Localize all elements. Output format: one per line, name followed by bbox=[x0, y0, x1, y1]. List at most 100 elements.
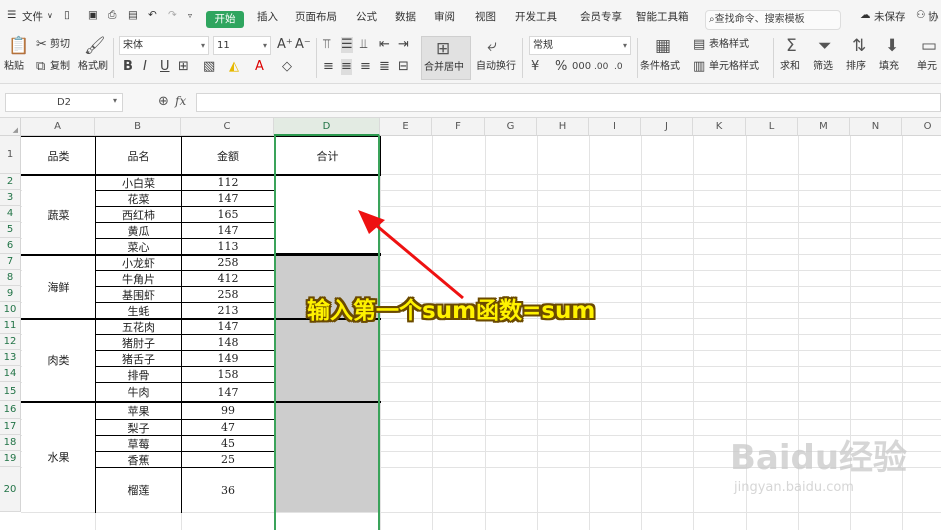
font-shrink-icon[interactable]: A⁻ bbox=[295, 37, 311, 53]
row-header-8[interactable]: 8 bbox=[0, 270, 21, 286]
menu-file[interactable]: 文件 bbox=[22, 9, 43, 24]
column-header-m[interactable]: M bbox=[798, 118, 850, 136]
tab-smart-toolbox[interactable]: 智能工具箱 bbox=[636, 9, 689, 24]
amount-cell[interactable]: 147 bbox=[182, 191, 274, 206]
row-header-1[interactable]: 1 bbox=[0, 136, 21, 174]
row-header-4[interactable]: 4 bbox=[0, 206, 21, 222]
product-name-cell[interactable]: 西红柿 bbox=[96, 207, 181, 222]
copy-button[interactable]: 复制 bbox=[50, 60, 70, 74]
font-size-select[interactable]: 11 ▾ bbox=[213, 36, 271, 55]
column-header-e[interactable]: E bbox=[380, 118, 432, 136]
paste-icon[interactable]: 📋 bbox=[8, 36, 29, 56]
row-header-6[interactable]: 6 bbox=[0, 238, 21, 254]
copy-icon[interactable]: ⧉ bbox=[36, 59, 45, 75]
clear-format-icon[interactable]: ◇ bbox=[282, 59, 292, 75]
row-header-5[interactable]: 5 bbox=[0, 222, 21, 238]
product-name-cell[interactable]: 榴莲 bbox=[96, 468, 181, 512]
increase-decimal-icon[interactable]: .00 bbox=[594, 59, 608, 75]
row-header-11[interactable]: 11 bbox=[0, 318, 21, 334]
indent-increase-icon[interactable]: ⇥ bbox=[398, 37, 409, 53]
decrease-decimal-icon[interactable]: .0 bbox=[614, 59, 623, 75]
table-style-icon[interactable]: ▤ bbox=[693, 37, 705, 53]
column-header-b[interactable]: B bbox=[95, 118, 181, 136]
chevron-down-icon[interactable]: ∨ bbox=[47, 11, 53, 20]
product-name-cell[interactable]: 香蕉 bbox=[96, 452, 181, 467]
name-box[interactable]: D2 bbox=[5, 93, 123, 112]
align-top-icon[interactable]: ⫪ bbox=[323, 37, 330, 53]
row-header-2[interactable]: 2 bbox=[0, 174, 21, 190]
cloud-icon[interactable]: ☁ bbox=[860, 9, 871, 21]
unsaved-status[interactable]: 未保存 bbox=[874, 9, 906, 24]
thousands-icon[interactable]: 000 bbox=[572, 59, 591, 75]
amount-cell[interactable]: 148 bbox=[182, 335, 274, 350]
sort-icon[interactable]: ⇅ bbox=[852, 36, 866, 56]
amount-cell[interactable]: 147 bbox=[182, 223, 274, 238]
percent-icon[interactable]: % bbox=[555, 59, 567, 75]
row-header-3[interactable]: 3 bbox=[0, 190, 21, 206]
border-icon[interactable]: ⊞ bbox=[178, 59, 189, 75]
align-right-icon[interactable]: ≡ bbox=[360, 59, 371, 75]
amount-cell[interactable]: 45 bbox=[182, 436, 274, 451]
cell-style-icon[interactable]: ▥ bbox=[693, 59, 705, 75]
align-left-icon[interactable]: ≡ bbox=[323, 59, 334, 75]
tab-data[interactable]: 数据 bbox=[395, 9, 416, 24]
quick-access-dropdown-icon[interactable]: ▿ bbox=[188, 11, 192, 20]
product-name-cell[interactable]: 菜心 bbox=[96, 239, 181, 254]
command-search-input[interactable]: ⌕查找命令、搜索模板 bbox=[705, 10, 841, 30]
header-cell-name[interactable]: 品名 bbox=[96, 137, 181, 174]
format-painter-button[interactable]: 格式刷 bbox=[78, 60, 108, 74]
column-header-o[interactable]: O bbox=[902, 118, 941, 136]
category-cell[interactable]: 肉类 bbox=[22, 319, 95, 401]
print-preview-icon[interactable]: ▤ bbox=[128, 9, 138, 21]
collaborate-icon[interactable]: ⚇ bbox=[916, 9, 925, 21]
number-format-select[interactable]: 常规 ▾ bbox=[529, 36, 631, 55]
product-name-cell[interactable]: 猪舌子 bbox=[96, 351, 181, 366]
align-bottom-icon[interactable]: ⫫ bbox=[360, 37, 367, 53]
merge-center-button[interactable]: ⊞ 合并居中 bbox=[421, 36, 471, 80]
product-name-cell[interactable]: 苹果 bbox=[96, 402, 181, 419]
amount-cell[interactable]: 149 bbox=[182, 351, 274, 366]
wrap-text-icon[interactable]: ⤶ bbox=[487, 36, 497, 56]
product-name-cell[interactable]: 小龙虾 bbox=[96, 255, 181, 270]
column-header-n[interactable]: N bbox=[850, 118, 902, 136]
amount-cell[interactable]: 99 bbox=[182, 402, 274, 419]
column-header-g[interactable]: G bbox=[485, 118, 537, 136]
chevron-down-icon[interactable]: ▾ bbox=[113, 96, 117, 105]
row-header-15[interactable]: 15 bbox=[0, 382, 21, 401]
amount-cell[interactable]: 47 bbox=[182, 420, 274, 435]
wrap-text-button[interactable]: 自动换行 bbox=[476, 60, 516, 74]
amount-cell[interactable]: 412 bbox=[182, 271, 274, 286]
amount-cell[interactable]: 112 bbox=[182, 175, 274, 190]
align-center-icon[interactable]: ≡ bbox=[341, 59, 352, 75]
scissors-icon[interactable]: ✂ bbox=[36, 37, 47, 53]
amount-cell[interactable]: 147 bbox=[182, 383, 274, 401]
product-name-cell[interactable]: 草莓 bbox=[96, 436, 181, 451]
row-header-17[interactable]: 17 bbox=[0, 419, 21, 435]
row-header-14[interactable]: 14 bbox=[0, 366, 21, 382]
product-name-cell[interactable]: 花菜 bbox=[96, 191, 181, 206]
product-name-cell[interactable]: 生蚝 bbox=[96, 303, 181, 318]
row-header-9[interactable]: 9 bbox=[0, 286, 21, 302]
header-cell-category[interactable]: 品类 bbox=[22, 137, 95, 174]
cut-button[interactable]: 剪切 bbox=[50, 38, 70, 52]
column-header-l[interactable]: L bbox=[746, 118, 798, 136]
conditional-format-button[interactable]: 条件格式 bbox=[640, 60, 680, 74]
amount-cell[interactable]: 258 bbox=[182, 287, 274, 302]
column-header-k[interactable]: K bbox=[693, 118, 746, 136]
font-grow-icon[interactable]: A⁺ bbox=[277, 37, 293, 53]
italic-icon[interactable]: I bbox=[143, 59, 147, 75]
sum-button[interactable]: 求和 bbox=[780, 60, 800, 74]
column-header-i[interactable]: I bbox=[589, 118, 641, 136]
undo-icon[interactable]: ↶ bbox=[148, 9, 157, 21]
product-name-cell[interactable]: 牛肉 bbox=[96, 383, 181, 401]
product-name-cell[interactable]: 猪肘子 bbox=[96, 335, 181, 350]
fill-button[interactable]: 填充 bbox=[879, 60, 899, 74]
paste-button[interactable]: 粘贴 bbox=[4, 60, 24, 74]
tab-home[interactable]: 开始 bbox=[206, 11, 244, 28]
category-cell[interactable]: 蔬菜 bbox=[22, 175, 95, 254]
amount-cell[interactable]: 158 bbox=[182, 367, 274, 382]
collaborate-label[interactable]: 协 bbox=[928, 9, 939, 24]
formula-input[interactable] bbox=[196, 93, 941, 112]
row-header-10[interactable]: 10 bbox=[0, 302, 21, 318]
column-header-c[interactable]: C bbox=[181, 118, 274, 136]
